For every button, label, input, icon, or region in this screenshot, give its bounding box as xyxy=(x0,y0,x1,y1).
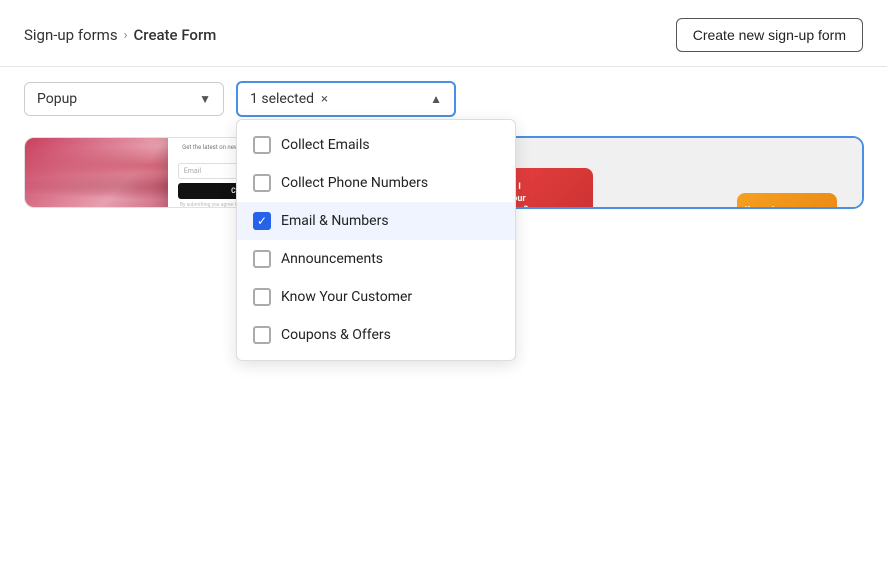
chevron-up-icon: ▲ xyxy=(430,92,442,106)
checkbox-coupons-offers[interactable] xyxy=(253,326,271,344)
stay-right-line1: You rock. xyxy=(745,205,829,207)
breadcrumb-separator: › xyxy=(124,28,128,43)
dropdown-label-coupons-offers: Coupons & Offers xyxy=(281,327,391,343)
dropdown-item-know-customer[interactable]: Know Your Customer xyxy=(237,278,515,316)
page-header: Sign-up forms › Create Form Create new s… xyxy=(0,0,887,67)
dropdown-item-collect-emails[interactable]: Collect Emails xyxy=(237,126,515,164)
checkbox-collect-emails[interactable] xyxy=(253,136,271,154)
breadcrumb-link[interactable]: Sign-up forms xyxy=(24,26,118,44)
dropdown-item-collect-phone[interactable]: Collect Phone Numbers xyxy=(237,164,515,202)
checkbox-email-numbers[interactable]: ✓ xyxy=(253,212,271,230)
dropdown-item-email-numbers[interactable]: ✓ Email & Numbers xyxy=(237,202,515,240)
form-type-label: Popup xyxy=(37,91,77,107)
filter-trigger[interactable]: 1 selected × ▲ xyxy=(236,81,456,117)
toolbar: Popup ▼ 1 selected × ▲ Collect Emails Co… xyxy=(0,67,887,127)
dropdown-label-email-numbers: Email & Numbers xyxy=(281,213,389,229)
form-type-trigger[interactable]: Popup ▼ xyxy=(24,82,224,116)
filter-badge: 1 selected × xyxy=(250,91,328,107)
filter-clear-icon[interactable]: × xyxy=(321,92,328,107)
dropdown-label-collect-emails: Collect Emails xyxy=(281,137,370,153)
chevron-down-icon: ▼ xyxy=(199,92,211,106)
dropdown-label-know-customer: Know Your Customer xyxy=(281,289,412,305)
dropdown-item-coupons-offers[interactable]: Coupons & Offers xyxy=(237,316,515,354)
filter-dropdown-menu: Collect Emails Collect Phone Numbers ✓ E… xyxy=(236,119,516,361)
dropdown-label-announcements: Announcements xyxy=(281,251,383,267)
filter-dropdown[interactable]: 1 selected × ▲ Collect Emails Collect Ph… xyxy=(236,81,456,117)
dropdown-label-collect-phone: Collect Phone Numbers xyxy=(281,175,428,191)
form-type-dropdown[interactable]: Popup ▼ xyxy=(24,82,224,116)
create-new-form-button[interactable]: Create new sign-up form xyxy=(676,18,863,52)
dropdown-item-announcements[interactable]: Announcements xyxy=(237,240,515,278)
checkbox-collect-phone[interactable] xyxy=(253,174,271,192)
breadcrumb: Sign-up forms › Create Form xyxy=(24,26,216,44)
checkmark-icon: ✓ xyxy=(257,215,267,227)
breadcrumb-current: Create Form xyxy=(133,26,216,44)
checkbox-announcements[interactable] xyxy=(253,250,271,268)
checkbox-know-customer[interactable] xyxy=(253,288,271,306)
filter-badge-label: 1 selected xyxy=(250,91,314,107)
stay-card-right: You rock. Check your messages... Next I'… xyxy=(737,193,837,207)
